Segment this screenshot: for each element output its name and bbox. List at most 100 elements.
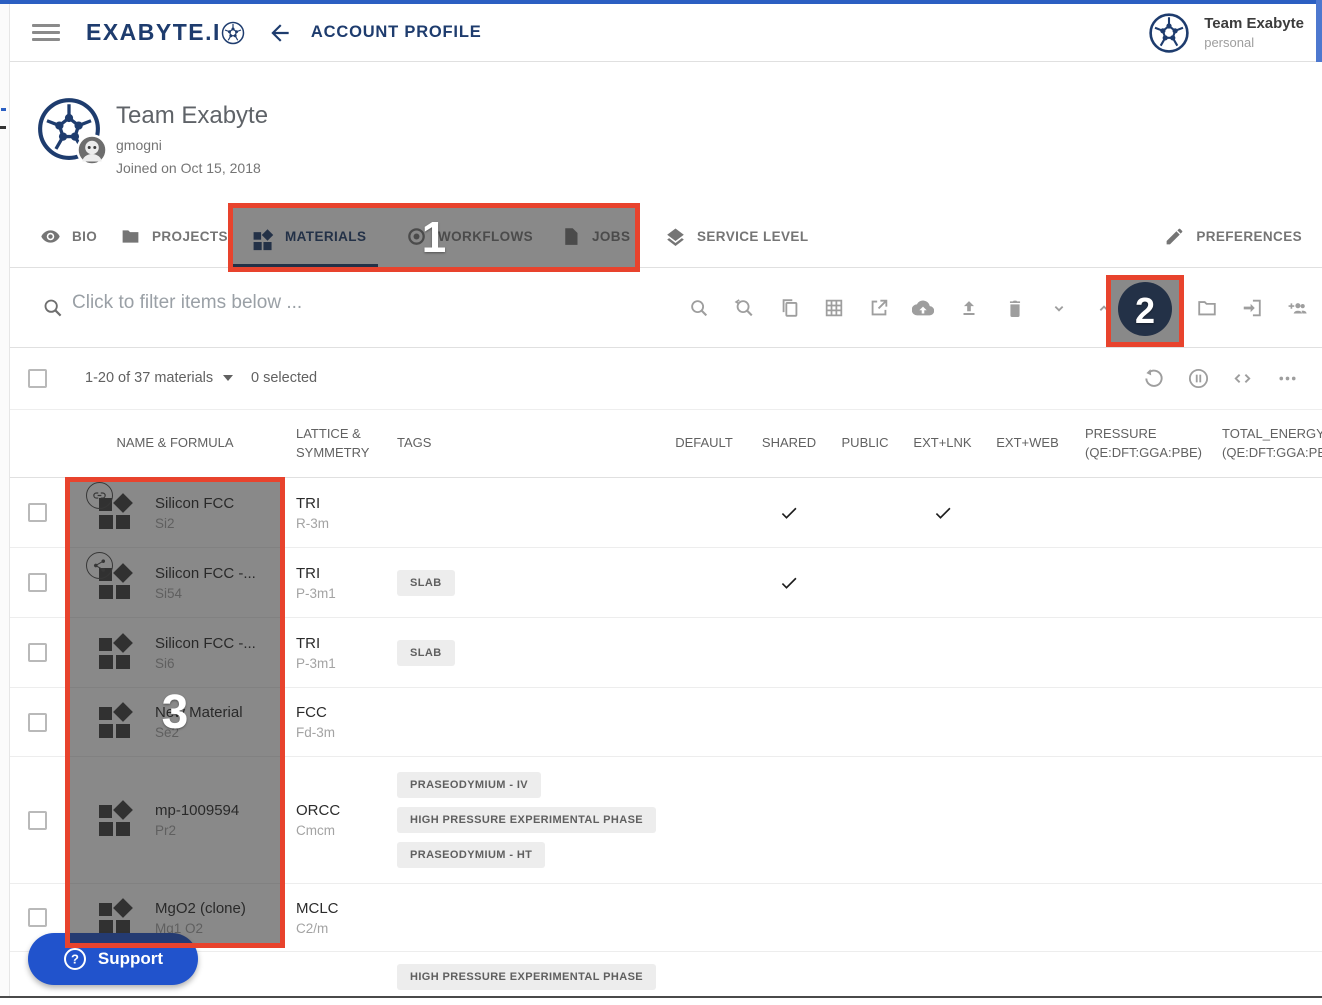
tab-service-level-label: SERVICE LEVEL xyxy=(697,229,808,244)
annotation-number-2: 2 xyxy=(1135,290,1155,332)
row-checkbox[interactable] xyxy=(28,811,47,830)
code-icon[interactable] xyxy=(1231,367,1254,390)
select-all-checkbox[interactable] xyxy=(28,369,47,388)
team-avatar-icon xyxy=(1148,12,1190,54)
table-header: NAME & FORMULA LATTICE & SYMMETRY TAGS D… xyxy=(10,410,1322,478)
background-artifact xyxy=(1,108,6,111)
column-header-shared[interactable]: SHARED xyxy=(748,410,830,477)
delete-icon[interactable] xyxy=(1004,297,1026,319)
column-header-total-energy[interactable]: TOTAL_ENERGY(QE:DFT:GGA:PBE) xyxy=(1200,410,1322,477)
account-profile-page: EXABYTE.I ACCOUNT PROFILE Team Exabyte p… xyxy=(0,0,1322,1005)
more-horizontal-icon[interactable] xyxy=(1276,367,1299,390)
column-header-public[interactable]: PUBLIC xyxy=(830,410,900,477)
back-arrow-icon[interactable] xyxy=(267,20,293,46)
search-again-icon[interactable] xyxy=(733,297,755,319)
selected-count: 0 selected xyxy=(251,370,317,386)
add-group-icon[interactable] xyxy=(1286,297,1308,319)
public-flag xyxy=(830,478,900,547)
pencil-icon xyxy=(1164,226,1185,247)
search-icon[interactable] xyxy=(688,297,710,319)
annotation-box-2: 2 xyxy=(1106,275,1184,347)
symmetry-group: P-3m1 xyxy=(296,656,390,671)
shared-flag xyxy=(748,548,830,617)
column-header-extweb[interactable]: EXT+WEB xyxy=(985,410,1070,477)
check-icon xyxy=(779,503,799,523)
logo-text: EXABYTE.I xyxy=(86,19,221,46)
column-header-default[interactable]: DEFAULT xyxy=(660,410,748,477)
shared-flag xyxy=(748,478,830,547)
annotation-number-1: 1 xyxy=(422,213,446,263)
lattice-type: TRI xyxy=(296,495,390,512)
row-checkbox[interactable] xyxy=(28,503,47,522)
help-icon: ? xyxy=(63,947,87,971)
search-icon xyxy=(42,297,64,319)
column-header-name[interactable]: NAME & FORMULA xyxy=(65,410,285,477)
lattice-type: TRI xyxy=(296,565,390,582)
row-checkbox[interactable] xyxy=(28,713,47,732)
profile-name: Team Exabyte xyxy=(116,102,268,130)
pagination-range[interactable]: 1-20 of 37 materials xyxy=(85,370,233,386)
chevron-down-icon[interactable] xyxy=(1048,297,1070,319)
open-in-new-icon[interactable] xyxy=(868,297,890,319)
range-label: 1-20 of 37 materials xyxy=(85,370,213,386)
page-title: ACCOUNT PROFILE xyxy=(311,23,482,42)
profile-tabs: BIO PROJECTS MATERIALS WORKFLOWS JOBS SE… xyxy=(10,205,1322,268)
cloud-upload-icon[interactable] xyxy=(912,297,934,319)
soccer-ball-icon xyxy=(221,21,245,45)
lattice-type: ORCC xyxy=(296,802,390,819)
user-face-avatar-icon xyxy=(76,134,108,166)
support-label: Support xyxy=(98,949,163,969)
tag-chip[interactable]: HIGH PRESSURE EXPERIMENTAL PHASE xyxy=(397,964,656,990)
column-header-pressure[interactable]: PRESSURE(QE:DFT:GGA:PBE) xyxy=(1070,410,1200,477)
account-switcher[interactable]: Team Exabyte personal xyxy=(1148,12,1304,54)
hamburger-menu-icon[interactable] xyxy=(32,20,60,45)
grid-icon[interactable] xyxy=(823,297,845,319)
column-header-extlnk[interactable]: EXT+LNK xyxy=(900,410,985,477)
window-right-edge xyxy=(1316,0,1322,62)
copy-icon[interactable] xyxy=(779,297,801,319)
filter-input[interactable] xyxy=(72,292,612,314)
account-type: personal xyxy=(1204,35,1304,50)
tab-service-level[interactable]: SERVICE LEVEL xyxy=(665,205,808,268)
tab-preferences-label: PREFERENCES xyxy=(1196,229,1302,244)
window-bottom-margin xyxy=(0,998,1322,1005)
profile-avatar xyxy=(36,96,102,162)
pause-circle-icon[interactable] xyxy=(1187,367,1210,390)
header-spacer xyxy=(10,410,65,477)
symmetry-group: Cmcm xyxy=(296,823,390,838)
annotation-number-3: 3 xyxy=(162,685,189,740)
svg-text:?: ? xyxy=(71,952,79,967)
profile-header: Team Exabyte gmogni Joined on Oct 15, 20… xyxy=(10,62,1322,205)
tag-chip[interactable]: SLAB xyxy=(397,640,455,666)
eye-icon xyxy=(40,226,61,247)
tab-preferences[interactable]: PREFERENCES xyxy=(1164,205,1302,268)
tag-chip[interactable]: SLAB xyxy=(397,570,455,596)
tab-projects-label: PROJECTS xyxy=(152,229,228,244)
window-top-edge xyxy=(0,0,1322,4)
upload-icon[interactable] xyxy=(958,297,980,319)
column-header-lattice[interactable]: LATTICE & SYMMETRY xyxy=(285,410,390,477)
exit-to-app-icon[interactable] xyxy=(1241,297,1263,319)
tag-chip[interactable]: HIGH PRESSURE EXPERIMENTAL PHASE xyxy=(397,807,656,833)
tab-bio[interactable]: BIO xyxy=(40,205,97,268)
tab-bio-label: BIO xyxy=(72,229,97,244)
refresh-icon[interactable] xyxy=(1142,367,1165,390)
account-name: Team Exabyte xyxy=(1204,15,1304,32)
column-header-tags[interactable]: TAGS xyxy=(390,410,660,477)
check-icon xyxy=(779,573,799,593)
folder-icon xyxy=(120,226,141,247)
symmetry-group: Fd-3m xyxy=(296,725,390,740)
row-checkbox[interactable] xyxy=(28,908,47,927)
tag-chip[interactable]: PRASEODYMIUM - HT xyxy=(397,842,545,868)
tag-chip[interactable]: PRASEODYMIUM - IV xyxy=(397,772,541,798)
exabyte-logo[interactable]: EXABYTE.I xyxy=(86,19,245,46)
annotation-box-1: 1 xyxy=(228,203,640,272)
dropdown-caret-icon xyxy=(223,375,233,381)
row-checkbox[interactable] xyxy=(28,573,47,592)
selection-bar: 1-20 of 37 materials 0 selected xyxy=(10,348,1322,410)
folder-open-icon[interactable] xyxy=(1196,297,1218,319)
background-artifact xyxy=(0,126,6,129)
row-checkbox[interactable] xyxy=(28,643,47,662)
layers-icon xyxy=(665,226,686,247)
tab-projects[interactable]: PROJECTS xyxy=(120,205,228,268)
